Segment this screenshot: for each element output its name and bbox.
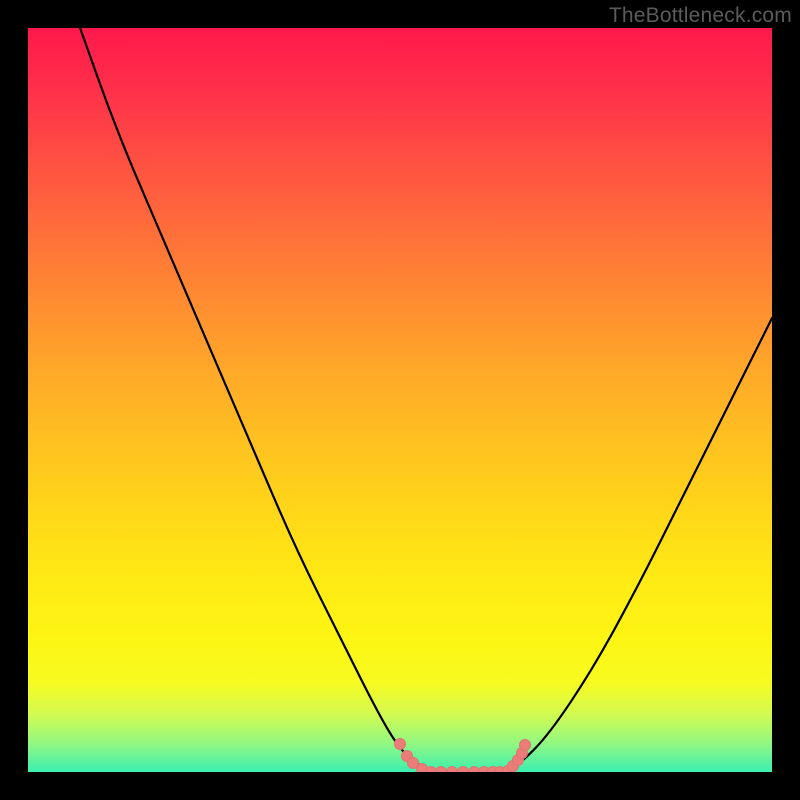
chart-plot-area <box>28 28 772 772</box>
chart-stage: TheBottleneck.com <box>0 0 800 800</box>
watermark-text: TheBottleneck.com <box>609 4 792 28</box>
chart-background-gradient <box>28 28 772 772</box>
